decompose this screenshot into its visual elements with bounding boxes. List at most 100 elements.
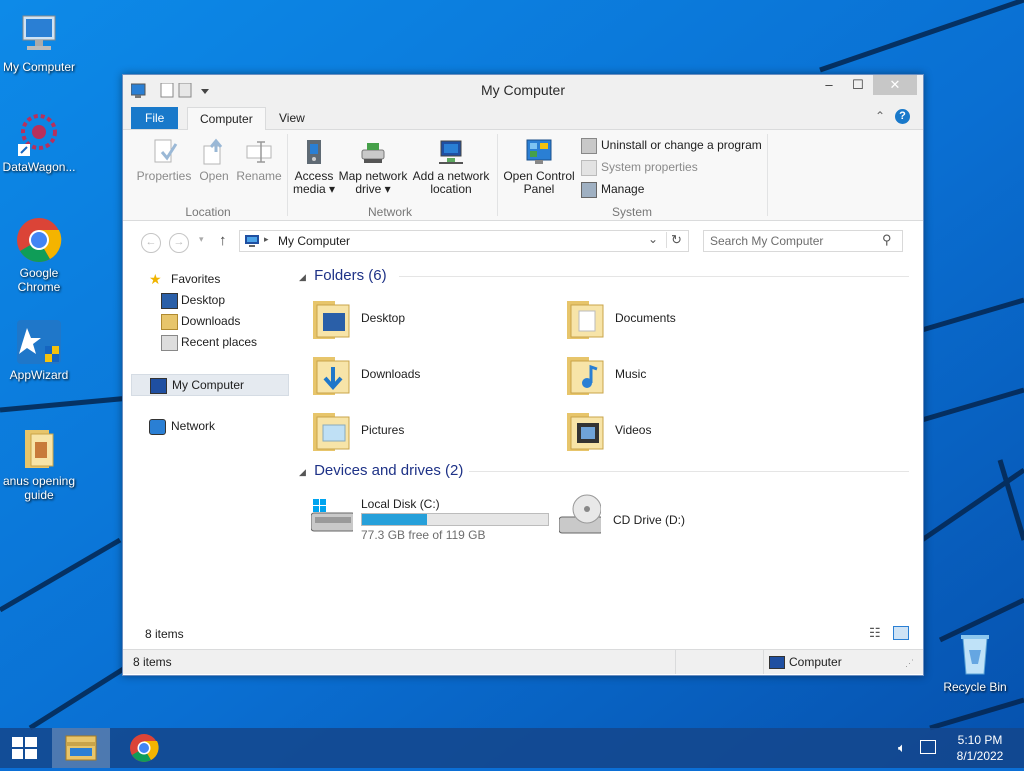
- system-properties-icon: [581, 159, 597, 176]
- drive-c-usage-fill: [362, 514, 428, 525]
- star-icon: ★: [149, 271, 162, 287]
- nav-favorites[interactable]: ★ Favorites: [131, 269, 287, 289]
- desktop-icon-appwizard[interactable]: AppWizard: [1, 318, 77, 382]
- group-label-location: Location: [185, 205, 231, 219]
- nav-my-computer[interactable]: My Computer: [131, 374, 289, 396]
- network-tray-icon[interactable]: [920, 740, 936, 754]
- access-media-button[interactable]: Access media ▾: [291, 138, 337, 196]
- add-network-location-button[interactable]: Add a network location: [411, 138, 491, 196]
- address-dropdown-icon[interactable]: ⌄: [648, 232, 658, 246]
- ribbon-separator: [287, 134, 288, 216]
- desktop-icon: [161, 293, 178, 309]
- tab-file[interactable]: File: [131, 107, 179, 129]
- start-button[interactable]: [0, 728, 48, 768]
- up-button[interactable]: ↑: [219, 232, 227, 249]
- nav-network[interactable]: Network: [131, 416, 287, 436]
- title-bar[interactable]: My Computer – ☐ ✕: [123, 75, 923, 105]
- tab-computer[interactable]: Computer: [187, 107, 266, 130]
- rename-button[interactable]: Rename: [235, 138, 283, 183]
- folder-videos[interactable]: Videos: [565, 407, 805, 457]
- nav-recent-places[interactable]: Recent places: [131, 332, 287, 352]
- folder-documents[interactable]: Documents: [565, 295, 805, 345]
- desktop-icon-recycle-bin[interactable]: Recycle Bin: [937, 630, 1013, 694]
- open-button[interactable]: Open: [195, 138, 233, 183]
- recent-locations-icon[interactable]: ▾: [199, 234, 204, 245]
- desktop-icon-label: My Computer: [2, 60, 76, 74]
- hard-drive-icon: [311, 499, 353, 532]
- address-row: ← → ▾ ↑ ▸ My Computer ⌄ ↻ Search My Comp…: [123, 227, 923, 255]
- group-label-network: Network: [367, 205, 412, 219]
- address-bar[interactable]: ▸ My Computer ⌄ ↻: [239, 230, 689, 252]
- open-icon: [200, 138, 228, 166]
- open-control-panel-button[interactable]: Open Control Panel: [501, 138, 577, 196]
- properties-button[interactable]: Properties: [133, 138, 195, 183]
- desktop-icon-label: anus opening guide: [2, 474, 76, 502]
- system-properties-button[interactable]: System properties: [581, 158, 698, 176]
- drive-c[interactable]: Local Disk (C:) 77.3 GB free of 119 GB: [311, 493, 551, 543]
- desktop-icon-label: AppWizard: [9, 368, 69, 382]
- forward-button[interactable]: →: [169, 233, 189, 253]
- rename-icon: [245, 138, 273, 166]
- ribbon-collapse-icon[interactable]: ⌃: [875, 109, 885, 123]
- tab-view[interactable]: View: [267, 107, 317, 129]
- taskbar: 🔈︎ 5:10 PM 8/1/2022: [0, 728, 1024, 768]
- nav-desktop[interactable]: Desktop: [131, 290, 287, 310]
- search-input[interactable]: Search My Computer: [710, 234, 823, 248]
- nav-downloads[interactable]: Downloads: [131, 311, 287, 331]
- refresh-icon[interactable]: ↻: [666, 232, 682, 248]
- desktop-icon-folder[interactable]: anus opening guide: [1, 424, 77, 502]
- search-box[interactable]: Search My Computer ⚲: [703, 230, 903, 252]
- folder-downloads[interactable]: Downloads: [311, 351, 551, 401]
- desktop-icon-chrome[interactable]: Google Chrome: [1, 216, 77, 294]
- uninstall-icon: [581, 137, 597, 154]
- drive-c-free-space: 77.3 GB free of 119 GB: [361, 528, 486, 542]
- drive-c-name: Local Disk (C:): [361, 497, 440, 511]
- taskbar-file-explorer[interactable]: [52, 728, 110, 768]
- manage-icon: [581, 181, 597, 198]
- folder-pictures[interactable]: Pictures: [311, 407, 551, 457]
- details-view-icon[interactable]: ☷: [869, 625, 881, 641]
- add-network-location-icon: [437, 138, 465, 166]
- back-button[interactable]: ←: [141, 233, 161, 253]
- status-bar: 8 items Computer ⋰: [123, 649, 923, 674]
- desktop-icon-label: Recycle Bin: [943, 680, 1007, 694]
- inner-status-row: 8 items ☷: [123, 625, 923, 645]
- drive-d-name: CD Drive (D:): [613, 513, 685, 527]
- large-icons-view-icon[interactable]: [893, 626, 909, 640]
- datawagon-icon: [15, 110, 63, 158]
- desktop-icon-label: Google Chrome: [17, 266, 61, 294]
- file-explorer-icon: [65, 735, 97, 761]
- search-icon[interactable]: ⚲: [882, 232, 892, 248]
- folders-section-header[interactable]: ◢ Folders (6): [299, 267, 909, 284]
- folder-music[interactable]: Music: [565, 351, 805, 401]
- pictures-folder-icon: [313, 413, 350, 451]
- maximize-button[interactable]: ☐: [845, 75, 871, 95]
- videos-folder-icon: [567, 413, 604, 451]
- collapse-icon[interactable]: ◢: [299, 467, 306, 477]
- recycle-bin-icon: [951, 630, 999, 678]
- status-item-count: 8 items: [133, 655, 172, 669]
- taskbar-chrome[interactable]: [116, 728, 172, 768]
- minimize-button[interactable]: –: [815, 75, 843, 95]
- uninstall-program-button[interactable]: Uninstall or change a program: [581, 136, 762, 154]
- appwizard-icon: [15, 318, 63, 366]
- folder-desktop[interactable]: Desktop: [311, 295, 551, 345]
- ribbon: Properties Open Rename Location Access m…: [123, 130, 923, 221]
- close-button[interactable]: ✕: [873, 75, 917, 95]
- desktop-folder-icon: [313, 301, 350, 339]
- manage-button[interactable]: Manage: [581, 180, 644, 198]
- devices-section-header[interactable]: ◢ Devices and drives (2): [299, 462, 909, 479]
- desktop-icon-my-computer[interactable]: My Computer: [1, 10, 77, 74]
- volume-muted-icon[interactable]: 🔈︎: [898, 740, 906, 756]
- help-icon[interactable]: ?: [895, 109, 910, 124]
- map-network-drive-button[interactable]: Map network drive ▾: [337, 138, 409, 196]
- navigation-pane: ★ Favorites Desktop Downloads Recent pla…: [131, 265, 291, 605]
- collapse-icon[interactable]: ◢: [299, 272, 306, 282]
- resize-grip-icon[interactable]: ⋰: [905, 658, 914, 669]
- clock-date: 8/1/2022: [956, 749, 1004, 763]
- desktop-icon-datawagon[interactable]: DataWagon...: [1, 110, 77, 174]
- breadcrumb-chevron-icon: ▸: [264, 234, 269, 244]
- clock[interactable]: 5:10 PM 8/1/2022: [944, 732, 1016, 764]
- cd-drive-icon: [559, 494, 601, 534]
- drive-d[interactable]: CD Drive (D:): [559, 493, 799, 543]
